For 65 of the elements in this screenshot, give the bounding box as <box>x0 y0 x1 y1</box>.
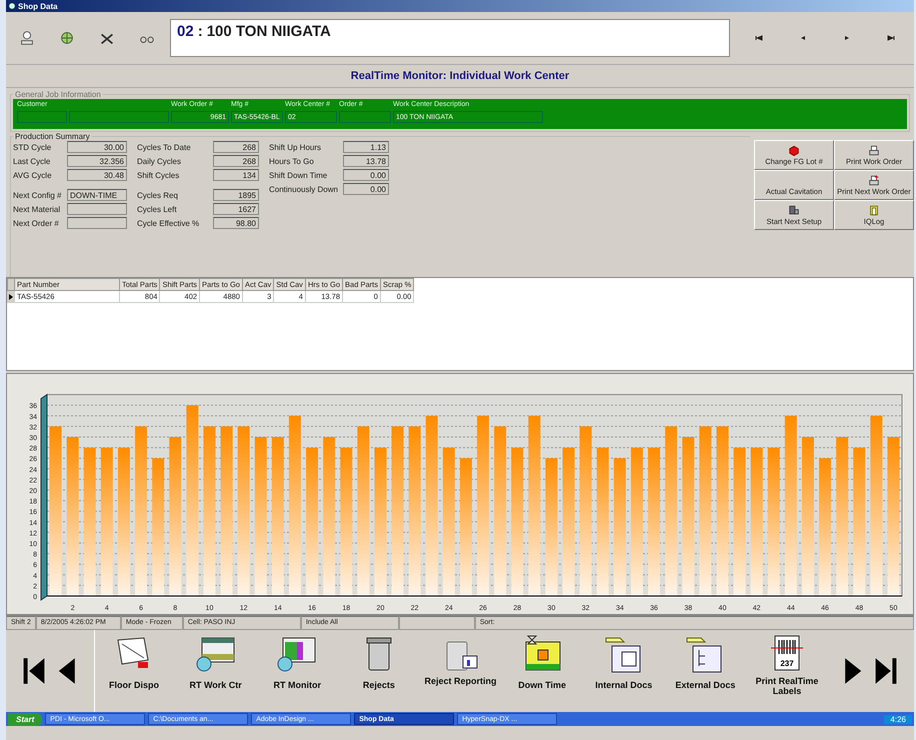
globe-icon[interactable] <box>58 29 76 47</box>
summary-label: Continuously Down <box>269 184 339 194</box>
summary-label: Shift Up Hours <box>269 142 322 152</box>
summary-label: Shift Down Time <box>269 170 328 180</box>
clock: 4:26 <box>884 714 912 724</box>
summary-label: Hours To Go <box>269 156 315 166</box>
summary-field: 0.00 <box>343 169 389 181</box>
group-legend: Production Summary <box>13 132 92 141</box>
summary-field: 268 <box>213 141 259 153</box>
toolbar-button[interactable]: External Docs <box>668 630 742 712</box>
summary-label: Shift Cycles <box>137 170 180 180</box>
work-center-field[interactable]: 02 : 100 TON NIIGATA <box>170 19 730 57</box>
printer-icon <box>868 145 880 156</box>
summary-field: DOWN-TIME <box>67 189 127 201</box>
door-icon <box>868 205 880 216</box>
cube-icon <box>788 145 800 156</box>
toolbar-button[interactable]: RT Work Ctr <box>178 630 253 712</box>
summary-field: 32.356 <box>67 155 127 167</box>
stamp-icon[interactable] <box>18 29 36 47</box>
toolbar-button[interactable]: Floor Dispo <box>97 630 171 712</box>
separator: : <box>198 23 203 40</box>
start-button[interactable]: Start <box>8 712 42 726</box>
summary-field: 1627 <box>213 203 259 215</box>
summary-field <box>67 217 127 229</box>
toolbar-button[interactable]: RT Monitor <box>260 630 334 712</box>
label-number: 237 <box>780 659 794 668</box>
summary-field <box>67 203 127 215</box>
summary-label: Cycles Req <box>137 190 179 200</box>
printer-icon <box>868 175 880 186</box>
page-title: RealTime Monitor: Individual Work Center <box>350 70 570 82</box>
summary-label: Daily Cycles <box>137 156 182 166</box>
summary-field: 98.80 <box>213 217 259 229</box>
summary-label: Next Material <box>13 204 62 214</box>
toolbar-button[interactable]: Reject Reporting <box>424 630 498 712</box>
summary-field: 13.78 <box>343 155 389 167</box>
toolbar-button[interactable]: Rejects <box>342 630 416 712</box>
summary-label: Cycles Left <box>137 204 178 214</box>
group-legend: General Job Information <box>13 90 103 99</box>
app-icon <box>8 2 16 10</box>
summary-field: 0.00 <box>343 183 389 195</box>
info-field[interactable] <box>339 111 391 123</box>
customer-field[interactable] <box>17 111 67 123</box>
summary-label: Next Config # <box>13 190 62 200</box>
window-title: Shop Data <box>18 2 58 10</box>
summary-label: Cycles To Date <box>137 142 192 152</box>
work-center-number: 02 <box>177 23 194 40</box>
info-field[interactable] <box>69 111 169 123</box>
summary-label: AVG Cycle <box>13 170 53 180</box>
first-record-icon[interactable] <box>754 33 764 43</box>
summary-field: 1895 <box>213 189 259 201</box>
summary-label: Last Cycle <box>13 156 52 166</box>
summary-field: 30.48 <box>67 169 127 181</box>
summary-field: 134 <box>213 169 259 181</box>
toolbar-button[interactable]: 237 Print RealTime Labels <box>750 630 824 712</box>
last-record-icon[interactable] <box>886 33 896 43</box>
summary-field: 268 <box>213 155 259 167</box>
machine-icon <box>788 205 800 216</box>
summary-label: Cycle Effective % <box>137 218 200 228</box>
work-center-name: 100 TON NIIGATA <box>206 23 331 40</box>
summary-field: 30.00 <box>67 141 127 153</box>
summary-label: STD Cycle <box>13 142 52 152</box>
summary-field: 1.13 <box>343 141 389 153</box>
toolbar-button[interactable]: Internal Docs <box>586 630 661 712</box>
summary-label: Next Order # <box>13 218 60 228</box>
toolbar-button[interactable]: Down Time <box>505 630 580 712</box>
